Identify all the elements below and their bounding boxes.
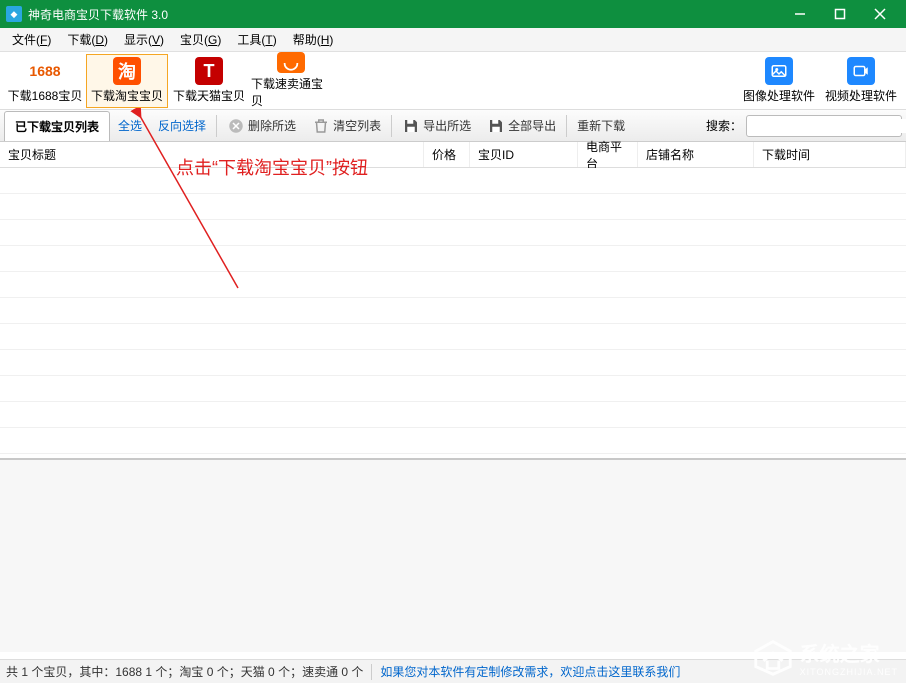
export-all-button[interactable]: 全部导出 <box>479 111 564 141</box>
taobao-icon: 淘 <box>113 57 141 85</box>
export-selected-button[interactable]: 导出所选 <box>394 111 479 141</box>
menu-file[interactable]: 文件(F) <box>4 31 59 48</box>
tb-label: 图像处理软件 <box>743 87 815 104</box>
image-icon <box>765 57 793 85</box>
menu-view[interactable]: 显示(V) <box>116 31 172 48</box>
save-all-icon <box>487 117 505 135</box>
save-icon <box>402 117 420 135</box>
menu-help[interactable]: 帮助(H) <box>285 31 342 48</box>
invert-selection-button[interactable]: 反向选择 <box>150 111 214 141</box>
clear-list-button[interactable]: 清空列表 <box>304 111 389 141</box>
search-input[interactable] <box>747 119 906 133</box>
delete-icon <box>227 117 245 135</box>
menu-bar: 文件(F) 下载(D) 显示(V) 宝贝(G) 工具(T) 帮助(H) <box>0 28 906 52</box>
tmall-icon: T <box>195 57 223 85</box>
download-taobao-button[interactable]: 淘 下载淘宝宝贝 <box>86 54 168 108</box>
app-icon: ◆ <box>6 6 22 22</box>
tb-label: 下载1688宝贝 <box>8 87 83 104</box>
table-body <box>0 168 906 458</box>
video-software-button[interactable]: 视频处理软件 <box>820 54 902 108</box>
download-tmall-button[interactable]: T 下载天猫宝贝 <box>168 54 250 108</box>
video-icon <box>847 57 875 85</box>
close-button[interactable] <box>860 0 900 28</box>
tb-label: 视频处理软件 <box>825 87 897 104</box>
downloaded-tab[interactable]: 已下载宝贝列表 <box>4 111 110 141</box>
select-all-button[interactable]: 全选 <box>110 111 150 141</box>
search-label: 搜索： <box>706 117 742 134</box>
watermark-sub: XITONGZHIJIA.NET <box>800 667 898 677</box>
list-toolbar: 已下载宝贝列表 全选 反向选择 删除所选 清空列表 导出所选 全部导出 重新下载… <box>0 110 906 142</box>
image-software-button[interactable]: 图像处理软件 <box>738 54 820 108</box>
col-price[interactable]: 价格 <box>424 142 470 167</box>
delete-selected-button[interactable]: 删除所选 <box>219 111 304 141</box>
tb-label: 下载速卖通宝贝 <box>251 75 331 109</box>
app-title: 神奇电商宝贝下载软件 3.0 <box>28 6 168 23</box>
tb-label: 下载天猫宝贝 <box>173 87 245 104</box>
col-shop[interactable]: 店铺名称 <box>638 142 754 167</box>
col-time[interactable]: 下载时间 <box>754 142 906 167</box>
contact-link[interactable]: 如果您对本软件有定制修改需求，欢迎点击这里联系我们 <box>380 663 680 680</box>
minimize-button[interactable] <box>780 0 820 28</box>
watermark-text: 系统之家 <box>800 644 880 666</box>
main-toolbar: 1688 下载1688宝贝 淘 下载淘宝宝贝 T 下载天猫宝贝 ◡ 下载速卖通宝… <box>0 52 906 110</box>
trash-icon <box>312 117 330 135</box>
download-1688-button[interactable]: 1688 下载1688宝贝 <box>4 54 86 108</box>
download-sutong-button[interactable]: ◡ 下载速卖通宝贝 <box>250 54 332 108</box>
col-platform[interactable]: 电商平台 <box>578 142 638 167</box>
watermark: 系统之家 XITONGZHIJIA.NET <box>750 637 898 677</box>
menu-download[interactable]: 下载(D) <box>59 31 116 48</box>
sutong-icon: ◡ <box>277 52 305 73</box>
menu-tools[interactable]: 工具(T) <box>229 31 284 48</box>
redownload-button[interactable]: 重新下载 <box>569 111 633 141</box>
col-id[interactable]: 宝贝ID <box>470 142 578 167</box>
table-header: 宝贝标题 价格 宝贝ID 电商平台 店铺名称 下载时间 <box>0 142 906 168</box>
title-bar: ◆ 神奇电商宝贝下载软件 3.0 <box>0 0 906 28</box>
col-title[interactable]: 宝贝标题 <box>0 142 424 167</box>
maximize-button[interactable] <box>820 0 860 28</box>
tb-label: 下载淘宝宝贝 <box>91 87 163 104</box>
status-count: 共 1 个宝贝，其中：1688 1 个；淘宝 0 个；天猫 0 个；速卖通 0 … <box>6 663 363 680</box>
1688-icon: 1688 <box>31 57 59 85</box>
detail-pane <box>0 458 906 652</box>
menu-goods[interactable]: 宝贝(G) <box>172 31 229 48</box>
search-box <box>746 115 902 137</box>
